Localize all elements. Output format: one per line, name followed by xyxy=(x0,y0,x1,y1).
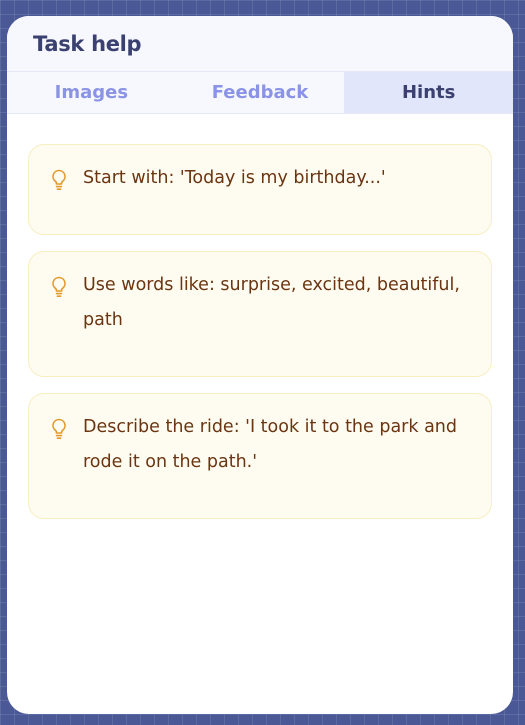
hints-list: Start with: 'Today is my birthday...' Us… xyxy=(7,114,513,519)
lightbulb-icon xyxy=(52,276,66,298)
hint-card: Use words like: surprise, excited, beaut… xyxy=(28,251,492,377)
panel-title: Task help xyxy=(33,31,142,56)
hint-card: Start with: 'Today is my birthday...' xyxy=(28,144,492,235)
tab-images[interactable]: Images xyxy=(7,72,176,113)
panel-header: Task help xyxy=(7,16,513,72)
tab-hints[interactable]: Hints xyxy=(344,72,513,113)
hint-text: Start with: 'Today is my birthday...' xyxy=(83,168,386,188)
tab-bar: Images Feedback Hints xyxy=(7,72,513,114)
tab-feedback[interactable]: Feedback xyxy=(176,72,345,113)
lightbulb-icon xyxy=(52,418,66,440)
lightbulb-icon xyxy=(52,169,66,191)
hint-text: Describe the ride: 'I took it to the par… xyxy=(83,417,458,472)
hint-text: Use words like: surprise, excited, beaut… xyxy=(83,275,460,330)
task-help-panel: Task help Images Feedback Hints Start wi… xyxy=(7,16,513,714)
hint-card: Describe the ride: 'I took it to the par… xyxy=(28,393,492,519)
